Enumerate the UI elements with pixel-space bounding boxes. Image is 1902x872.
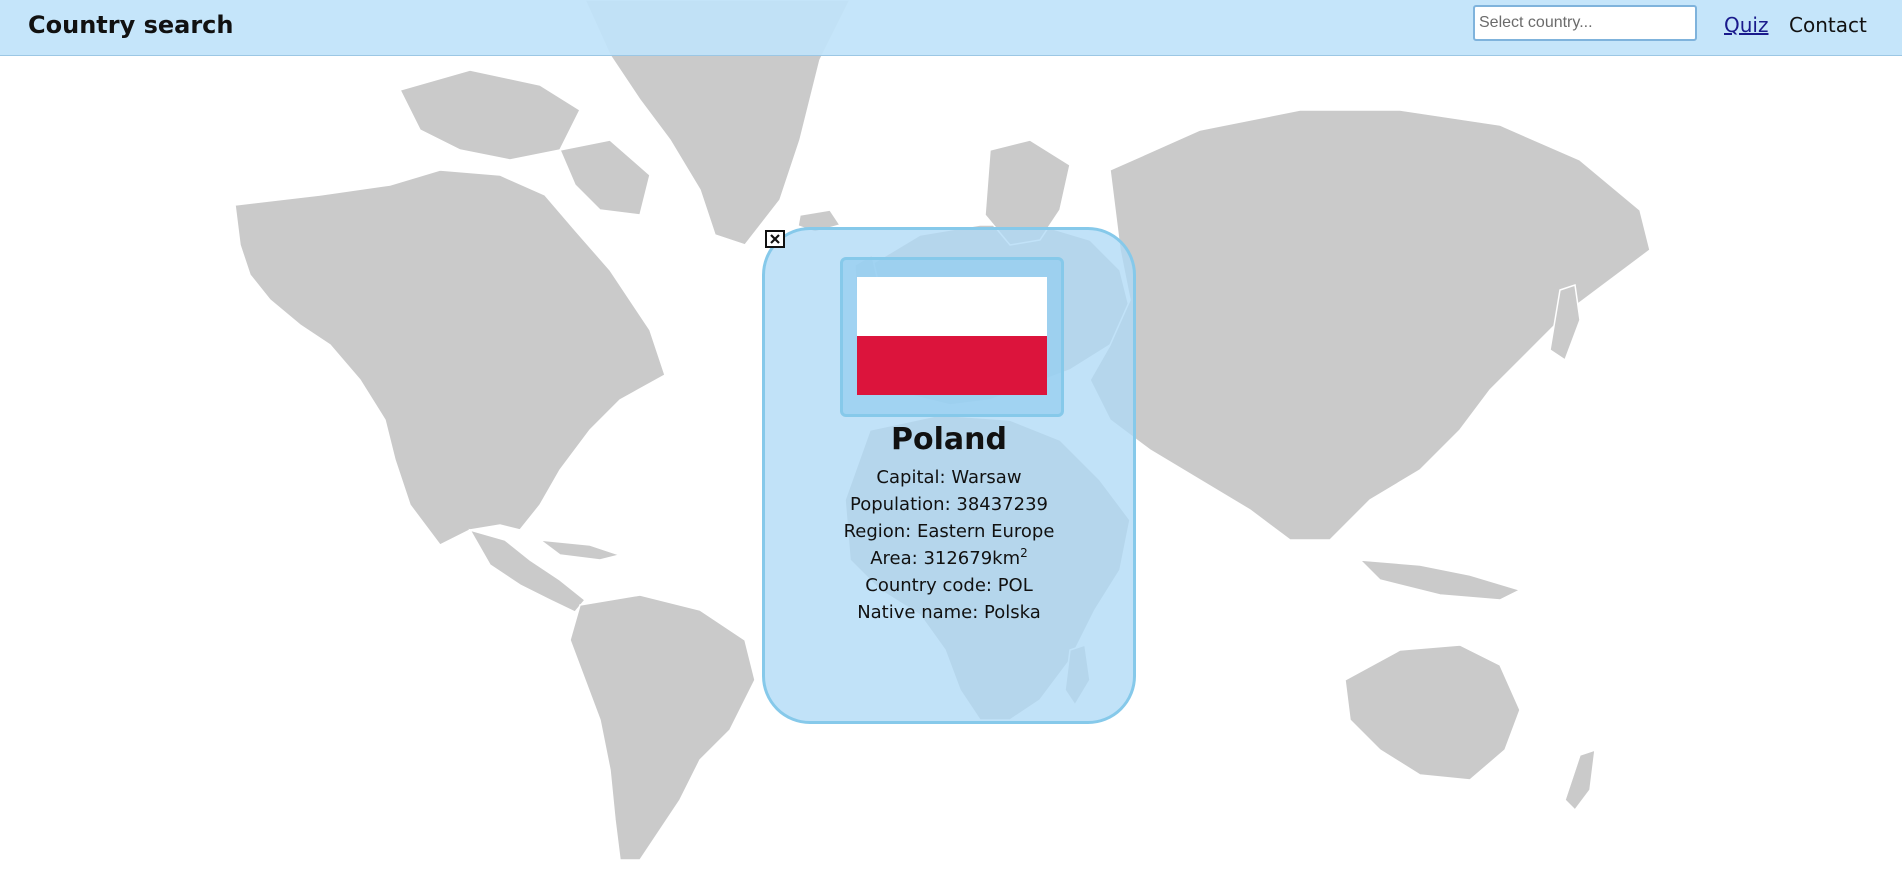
map-australia xyxy=(1344,644,1521,781)
close-icon xyxy=(770,234,780,244)
flag-bottom-stripe xyxy=(857,336,1047,395)
country-search-input[interactable] xyxy=(1473,5,1697,41)
quiz-link[interactable]: Quiz xyxy=(1724,13,1768,37)
area-label: Area: xyxy=(870,548,918,569)
top-navbar: Country search Quiz Contact xyxy=(0,0,1902,56)
area-unit-exponent: 2 xyxy=(1020,546,1028,560)
country-code-row: Country code: POL xyxy=(765,572,1133,599)
capital-row: Capital: Warsaw xyxy=(765,464,1133,491)
country-code-label: Country code: xyxy=(865,575,992,596)
capital-value: Warsaw xyxy=(951,467,1022,488)
country-name: Poland xyxy=(891,422,1007,457)
close-card-button[interactable] xyxy=(765,230,785,248)
region-row: Region: Eastern Europe xyxy=(765,518,1133,545)
flag-top-stripe xyxy=(857,277,1047,336)
region-value: Eastern Europe xyxy=(916,521,1055,542)
population-value: 38437239 xyxy=(956,494,1048,515)
area-value: 312679 xyxy=(923,548,993,569)
map-south-america xyxy=(569,594,756,861)
native-name-label: Native name: xyxy=(857,602,979,623)
map-baffin xyxy=(558,139,651,216)
population-row: Population: 38437239 xyxy=(765,491,1133,518)
native-name-value: Polska xyxy=(984,602,1041,623)
population-label: Population: xyxy=(850,494,951,515)
area-unit: km xyxy=(992,548,1021,569)
map-indonesia xyxy=(1358,559,1523,601)
area-row: Area: 312679km2 xyxy=(765,545,1133,572)
country-info-card: Poland Capital: Warsaw Population: 38437… xyxy=(762,227,1136,724)
map-new-zealand xyxy=(1564,748,1596,812)
country-flag xyxy=(857,277,1047,395)
country-code-value: POL xyxy=(997,575,1033,596)
flag-frame xyxy=(840,257,1064,417)
map-arctic-islands xyxy=(398,69,581,161)
region-label: Region: xyxy=(843,521,912,542)
country-details: Capital: Warsaw Population: 38437239 Reg… xyxy=(765,464,1133,626)
contact-link[interactable]: Contact xyxy=(1789,13,1867,37)
map-caribbean xyxy=(537,538,623,561)
capital-label: Capital: xyxy=(876,467,946,488)
map-north-america xyxy=(234,169,666,546)
site-title: Country search xyxy=(28,11,234,39)
native-name-row: Native name: Polska xyxy=(765,599,1133,626)
